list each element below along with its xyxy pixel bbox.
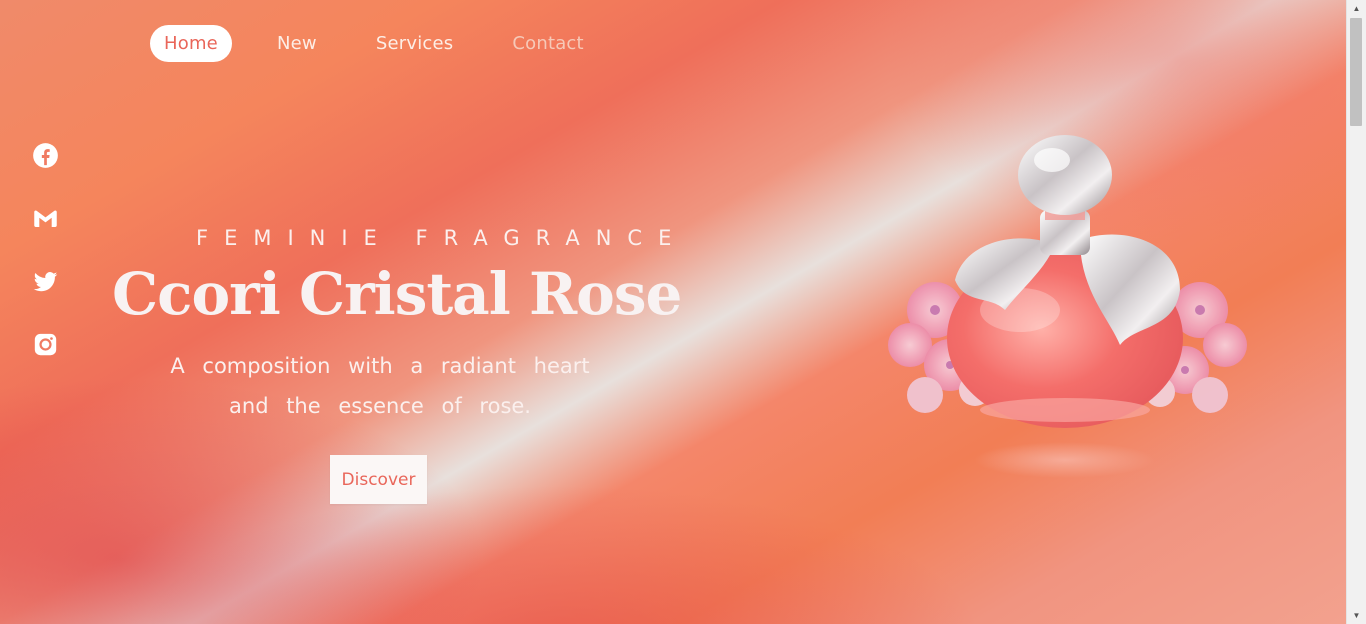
nav-item-services[interactable]: Services — [362, 25, 468, 62]
page: Home New Services Contact FEMINIE FRAGRA… — [0, 0, 1366, 624]
top-navigation: Home New Services Contact — [150, 25, 629, 62]
nav-item-new[interactable]: New — [263, 25, 331, 62]
scroll-down-arrow-icon[interactable]: ▼ — [1347, 607, 1366, 624]
gmail-icon[interactable] — [31, 205, 59, 232]
hero-section: FEMINIE FRAGRANCE Ccori Cristal Rose A c… — [100, 226, 740, 426]
social-links — [31, 142, 59, 358]
discover-button[interactable]: Discover — [330, 455, 427, 504]
twitter-icon[interactable] — [31, 268, 59, 295]
vertical-scrollbar[interactable]: ▲ ▼ — [1346, 0, 1366, 624]
scroll-up-arrow-icon[interactable]: ▲ — [1347, 0, 1366, 17]
nav-item-contact[interactable]: Contact — [498, 25, 597, 62]
hero-eyebrow: FEMINIE FRAGRANCE — [196, 226, 688, 250]
hero-subtitle-line1: A composition with a radiant heart — [170, 354, 590, 378]
scroll-thumb[interactable] — [1350, 18, 1362, 126]
hero-title: Ccori Cristal Rose — [112, 260, 682, 328]
hero-subtitle-line2: and the essence of rose. — [229, 394, 531, 418]
facebook-icon[interactable] — [31, 142, 59, 169]
perfume-bottle-image — [888, 135, 1247, 478]
hero-subtitle: A composition with a radiant heart and t… — [120, 346, 640, 426]
nav-item-home[interactable]: Home — [150, 25, 232, 62]
instagram-icon[interactable] — [31, 331, 59, 358]
